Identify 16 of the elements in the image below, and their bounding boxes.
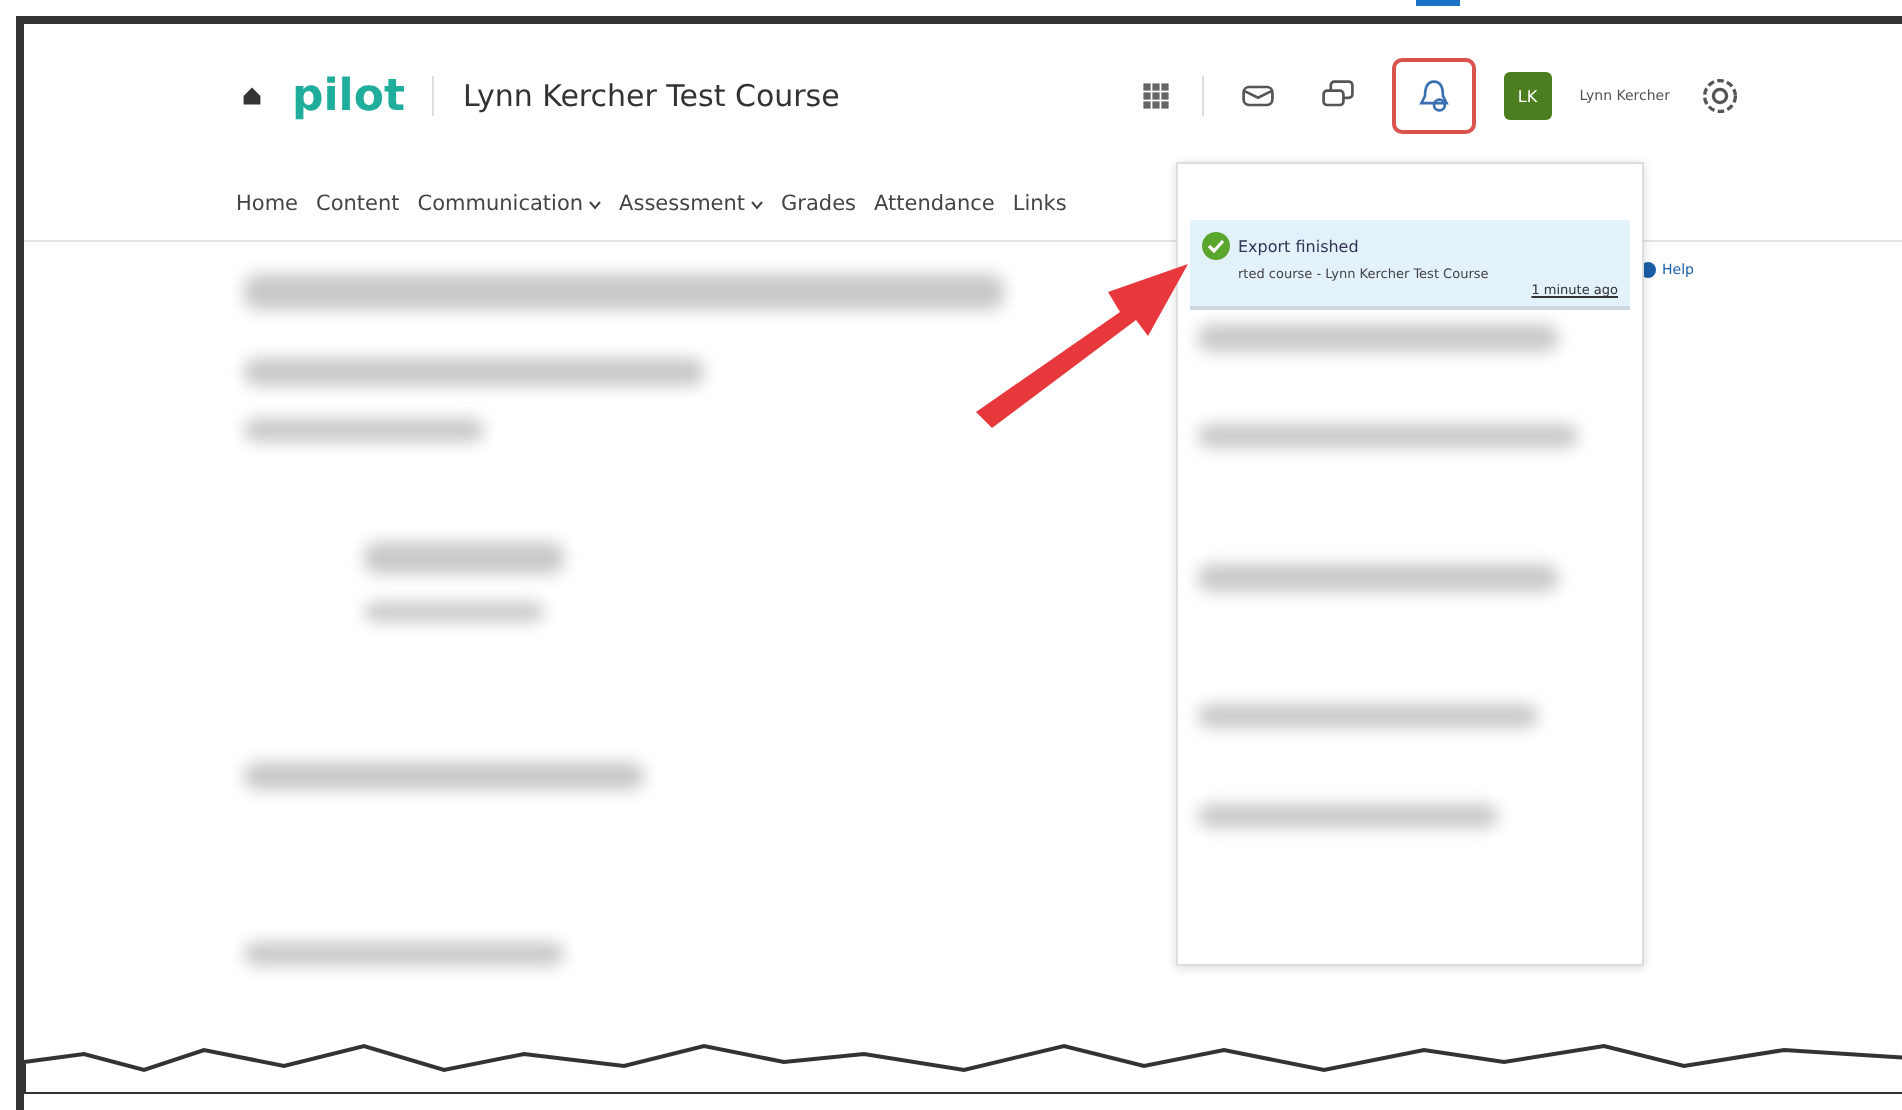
nav-link[interactable]: Grades [781, 192, 857, 216]
grid-icon [1137, 78, 1174, 114]
notification-title: Export finished [1202, 232, 1618, 260]
home-icon [240, 84, 264, 108]
nav-link[interactable]: Links [1012, 192, 1067, 216]
check-icon [1202, 232, 1230, 260]
nav-link[interactable]: Attendance [874, 192, 995, 216]
course-title: Lynn Kercher Test Course [462, 78, 840, 114]
nav-link[interactable]: Content [316, 192, 400, 216]
bell-button[interactable] [1391, 58, 1476, 134]
nav-link[interactable]: Assessment [619, 192, 764, 216]
settings-icon [1698, 74, 1742, 118]
nav-link[interactable]: Home [236, 192, 299, 216]
nav-link[interactable]: Communication [417, 192, 602, 216]
user-avatar[interactable]: LK [1503, 72, 1552, 120]
bell-icon [1415, 78, 1452, 114]
